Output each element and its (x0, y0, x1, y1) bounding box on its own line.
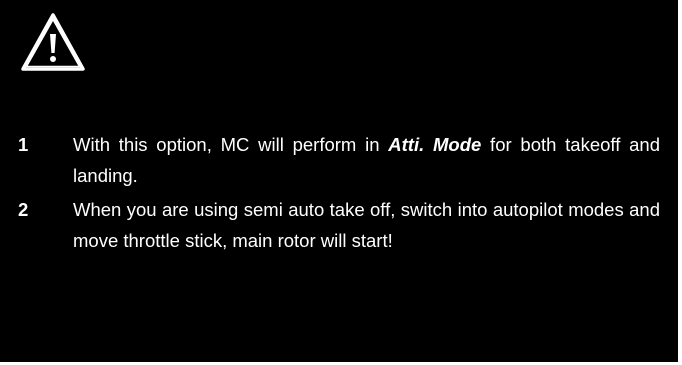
notes-list: 1 With this option, MC will perform in A… (0, 129, 678, 259)
atti-mode-emphasis: Atti. Mode (388, 134, 482, 155)
note-text: With this option, MC will perform in Att… (73, 134, 660, 186)
warning-panel: 1 With this option, MC will perform in A… (0, 0, 678, 362)
note-number: 2 (18, 199, 29, 220)
note-number: 1 (18, 134, 29, 155)
note-item: 1 With this option, MC will perform in A… (0, 129, 678, 191)
warning-triangle-icon (21, 13, 85, 71)
note-text: When you are using semi auto take off, s… (73, 199, 660, 251)
note-item: 2 When you are using semi auto take off,… (0, 194, 678, 256)
